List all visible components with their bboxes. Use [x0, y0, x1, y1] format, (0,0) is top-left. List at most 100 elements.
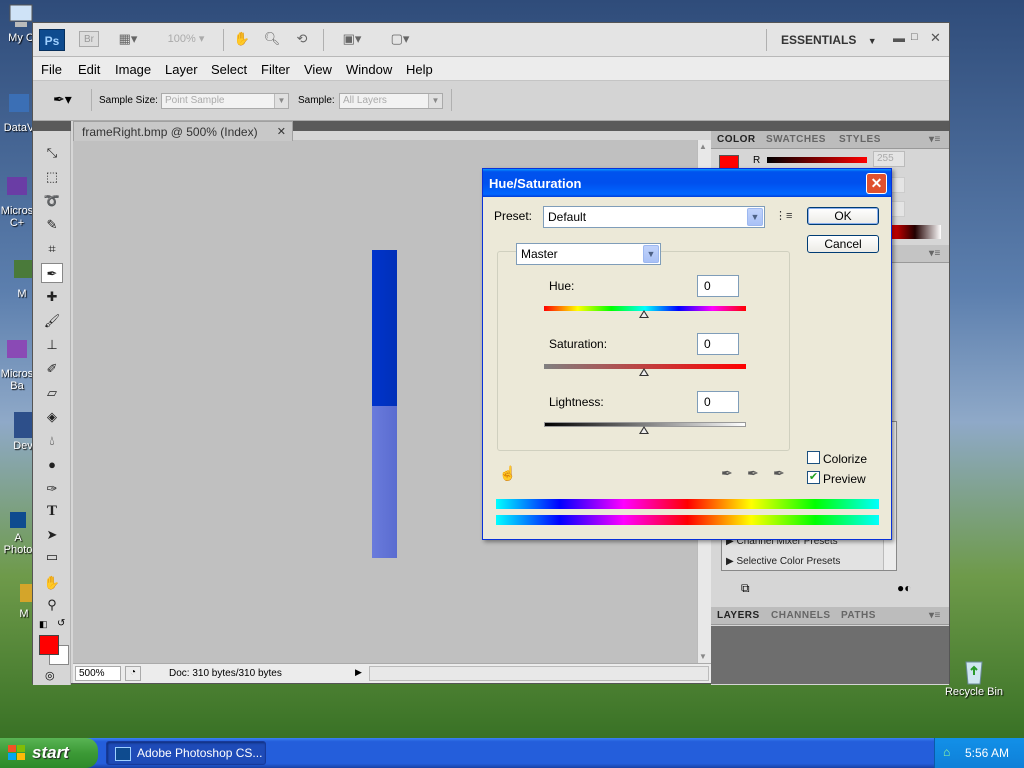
close-button[interactable]: ✕ — [930, 30, 941, 46]
colorize-checkbox[interactable] — [807, 451, 820, 464]
type-tool-icon[interactable]: T — [41, 501, 63, 521]
default-colors-icon[interactable]: ◧ — [39, 619, 48, 630]
eyedropper-minus-icon[interactable]: ✒ — [773, 465, 785, 482]
view-extras-icon[interactable]: ▦▾ — [113, 31, 143, 47]
status-info-icon[interactable]: ◔ — [125, 666, 141, 681]
network-icon[interactable]: ⌂ — [943, 745, 950, 759]
maximize-button[interactable]: □ — [911, 31, 918, 43]
menu-edit[interactable]: Edit — [78, 62, 100, 77]
desktop-icon-photoshop[interactable]: A Photo — [2, 512, 34, 556]
preset-options-icon[interactable]: ⋮≡ — [775, 209, 792, 222]
screen-mode-icon[interactable]: ▢▾ — [383, 31, 417, 47]
shape-tool-icon[interactable]: ▭ — [41, 547, 63, 567]
desktop-icon-m[interactable]: M — [10, 258, 34, 300]
dialog-title-bar[interactable]: Hue/Saturation ✕ — [483, 169, 891, 197]
adjustments-footer-icons-right[interactable]: ●◐ — [897, 581, 912, 595]
list-item[interactable]: ▶ Selective Color Presets — [726, 556, 840, 567]
zoom-field[interactable]: 500% — [75, 666, 121, 681]
rotate-view-icon[interactable]: ⟲ — [293, 31, 311, 47]
sample-select[interactable]: All Layers ▼ — [339, 93, 443, 109]
arrange-documents-icon[interactable]: ▣▾ — [335, 31, 369, 47]
move-tool-icon[interactable]: ⤡ — [41, 143, 63, 163]
zoom-level-select[interactable]: 100% ▾ — [161, 31, 211, 47]
tab-styles[interactable]: STYLES — [839, 134, 881, 145]
blur-tool-icon[interactable]: 💧︎ — [41, 431, 63, 451]
panel-menu-icon[interactable]: ▾≡ — [929, 610, 941, 621]
tab-layers[interactable]: LAYERS — [717, 610, 760, 621]
eyedropper-tool-icon[interactable]: ✒ — [41, 263, 63, 283]
tab-color[interactable]: COLOR — [717, 134, 756, 145]
healing-brush-tool-icon[interactable]: ✚ — [41, 287, 63, 307]
sample-size-select[interactable]: Point Sample ▼ — [161, 93, 289, 109]
preview-checkbox[interactable]: ✔ — [807, 471, 820, 484]
swap-colors-icon[interactable]: ↺ — [57, 618, 65, 629]
cancel-button[interactable]: Cancel — [807, 235, 879, 253]
hue-slider-thumb[interactable] — [639, 310, 649, 318]
menu-layer[interactable]: Layer — [165, 62, 198, 77]
menu-filter[interactable]: Filter — [261, 62, 290, 77]
menu-file[interactable]: File — [41, 62, 62, 77]
hand-tool-icon[interactable]: ✋ — [41, 573, 63, 593]
dodge-tool-icon[interactable]: ● — [41, 455, 63, 475]
brush-tool-icon[interactable]: 🖌︎ — [41, 311, 63, 331]
start-button[interactable]: start — [0, 738, 98, 768]
hue-input[interactable]: 0 — [697, 275, 739, 297]
panel-menu-icon[interactable]: ▾≡ — [929, 134, 941, 145]
tab-paths[interactable]: PATHS — [841, 610, 876, 621]
menu-view[interactable]: View — [304, 62, 332, 77]
lasso-tool-icon[interactable]: ➰ — [41, 191, 63, 211]
ok-button[interactable]: OK — [807, 207, 879, 225]
workspace-switcher[interactable]: ESSENTIALS ▼ — [781, 33, 877, 47]
status-menu-arrow[interactable]: ▶ — [355, 667, 362, 678]
crop-tool-icon[interactable]: ⌗ — [41, 239, 63, 259]
scroll-up-arrow[interactable]: ▲ — [699, 142, 707, 151]
desktop-icon-ms-basic[interactable]: Micros Ba — [0, 338, 34, 392]
panel-menu-icon[interactable]: ▾≡ — [929, 248, 941, 259]
adjustments-footer-icons[interactable]: ⧉ — [741, 581, 750, 596]
desktop-icon-recycle-bin[interactable]: Recycle Bin — [944, 656, 1004, 698]
foreground-color-swatch[interactable] — [39, 635, 59, 655]
marquee-tool-icon[interactable]: ⬚ — [41, 167, 63, 187]
tab-channels[interactable]: CHANNELS — [771, 610, 831, 621]
history-brush-tool-icon[interactable]: ✐ — [41, 359, 63, 379]
minimize-button[interactable]: ▬ — [893, 31, 905, 45]
path-selection-tool-icon[interactable]: ➤ — [41, 525, 63, 545]
preset-select[interactable]: Default ▼ — [543, 206, 765, 228]
document-tab[interactable]: frameRight.bmp @ 500% (Index) ✕ — [73, 121, 293, 141]
zoom-tool-icon[interactable]: 🔍︎ — [263, 31, 281, 47]
close-icon[interactable]: ✕ — [277, 125, 286, 138]
desktop-icon-datav[interactable]: DataV — [2, 92, 36, 134]
pen-tool-icon[interactable]: ✑ — [41, 479, 63, 499]
paint-bucket-tool-icon[interactable]: ◈ — [41, 407, 63, 427]
menu-help[interactable]: Help — [406, 62, 433, 77]
desktop-icon-m2[interactable]: M — [14, 582, 36, 620]
bridge-button[interactable]: Br — [79, 31, 99, 47]
taskbar-item-photoshop[interactable]: Adobe Photoshop CS... — [106, 741, 266, 765]
eyedropper-plus-icon[interactable]: ✒ — [747, 465, 759, 482]
eyedropper-preset-icon[interactable]: ✒▾ — [53, 91, 87, 111]
hand-tool-icon[interactable]: ✋ — [233, 31, 251, 47]
quick-mask-icon[interactable]: ◎ — [45, 669, 55, 682]
dialog-close-button[interactable]: ✕ — [866, 173, 887, 194]
desktop-icon-ms-cpp[interactable]: Micros C+ — [0, 175, 34, 229]
menu-select[interactable]: Select — [211, 62, 247, 77]
lightness-slider-thumb[interactable] — [639, 426, 649, 434]
eyedropper-icon[interactable]: ✒ — [721, 465, 733, 482]
quick-select-tool-icon[interactable]: ✎ — [41, 215, 63, 235]
clock[interactable]: 5:56 AM — [965, 746, 1009, 760]
channel-select[interactable]: Master ▼ — [516, 243, 661, 265]
clone-stamp-tool-icon[interactable]: ⊥ — [41, 335, 63, 355]
saturation-input[interactable]: 0 — [697, 333, 739, 355]
menu-window[interactable]: Window — [346, 62, 392, 77]
tab-swatches[interactable]: SWATCHES — [766, 134, 826, 145]
eraser-tool-icon[interactable]: ▱ — [41, 383, 63, 403]
zoom-tool-icon[interactable]: ⚲ — [41, 595, 63, 615]
horizontal-scrollbar[interactable] — [369, 666, 709, 681]
saturation-slider-thumb[interactable] — [639, 368, 649, 376]
scroll-down-arrow[interactable]: ▼ — [699, 652, 707, 661]
r-slider[interactable] — [767, 157, 867, 163]
targeted-adjustment-icon[interactable]: ☝ — [499, 465, 516, 482]
r-value-field[interactable]: 255 — [873, 151, 905, 167]
color-ramp[interactable] — [889, 225, 941, 239]
lightness-input[interactable]: 0 — [697, 391, 739, 413]
